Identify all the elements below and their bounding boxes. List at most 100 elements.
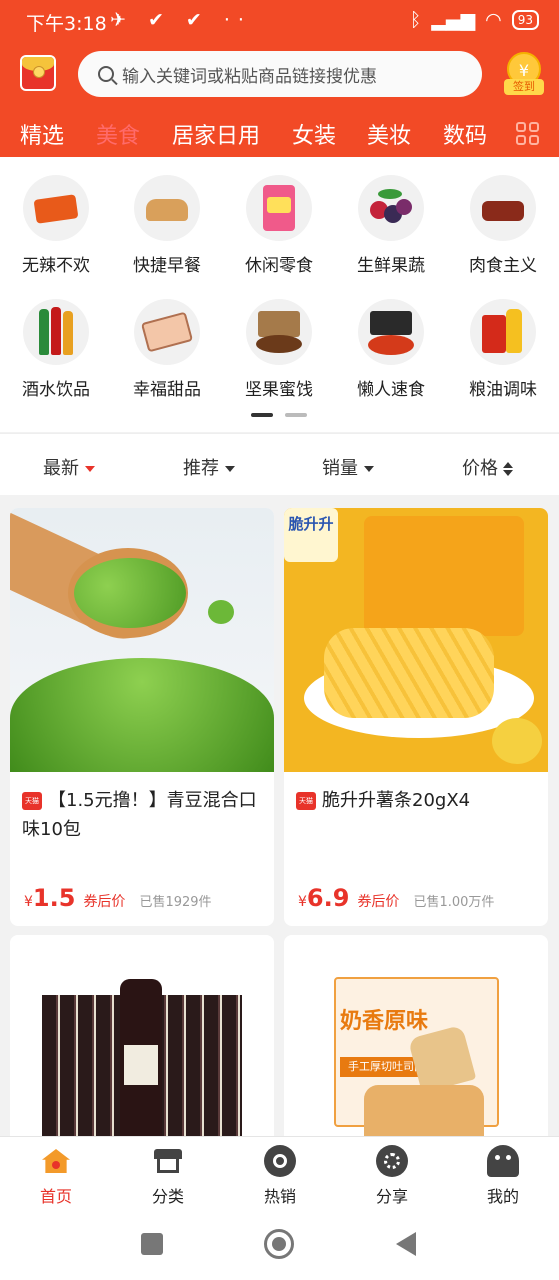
- product-image-bread: 奶香原味 手工厚切吐司面包: [284, 935, 548, 1145]
- tab-label: 首页: [39, 1187, 72, 1206]
- sort-latest[interactable]: 最新: [43, 454, 95, 480]
- subcat-label: 幸福甜品: [133, 380, 201, 400]
- tab-featured[interactable]: 精选: [20, 118, 64, 150]
- search-bar[interactable]: 输入关键词或粘贴商品链接搜优惠: [78, 51, 482, 97]
- caret-down-icon: [225, 466, 235, 472]
- tab-beauty[interactable]: 美妆: [367, 118, 411, 150]
- subcat-snacks[interactable]: 休闲零食: [234, 175, 324, 276]
- battery-icon: 93: [511, 10, 539, 30]
- instant-noodle-icon: [358, 299, 424, 365]
- subcat-desserts[interactable]: 幸福甜品: [122, 299, 212, 400]
- product-card[interactable]: 奶香原味 手工厚切吐司面包: [284, 935, 548, 1145]
- product-title-text: 脆升升薯条20gX4: [322, 790, 471, 811]
- caret-down-icon: [85, 466, 95, 472]
- product-image-wine: [10, 935, 274, 1145]
- product-title: 天猫 【1.5元撸！】青豆混合口味10包: [22, 786, 262, 844]
- tab-household[interactable]: 居家日用: [172, 118, 260, 150]
- sort-sales-label: 销量: [322, 458, 358, 479]
- app-header: 下午3:18 ✈ ✔ ✔ ·· ᛒ ▂▄▆ ◠ 93 输入关键词或粘贴商品链接搜…: [0, 0, 559, 157]
- category-tabs: 精选 美食 居家日用 女装 美妆 数码: [0, 110, 559, 154]
- tab-home[interactable]: 首页: [16, 1145, 96, 1207]
- macaron-box-icon: [134, 299, 200, 365]
- signin-button[interactable]: ¥ 签到: [504, 52, 544, 96]
- sort-price[interactable]: 价格: [462, 454, 513, 480]
- tab-food[interactable]: 美食: [96, 118, 140, 150]
- subcat-drinks[interactable]: 酒水饮品: [11, 299, 101, 400]
- after-coupon-label: 券后价: [357, 894, 400, 910]
- product-price-row: ¥6.9 券后价 已售1.00万件: [298, 884, 494, 912]
- product-price: 1.5: [32, 884, 76, 912]
- subcat-label: 坚果蜜饯: [245, 380, 313, 400]
- sold-count: 已售1929件: [139, 895, 212, 910]
- subcat-breakfast[interactable]: 快捷早餐: [122, 175, 212, 276]
- hot-sale-icon: [264, 1145, 296, 1177]
- sold-count: 已售1.00万件: [413, 895, 495, 910]
- sort-latest-label: 最新: [43, 458, 79, 479]
- currency-symbol: ¥: [24, 894, 33, 910]
- product-card[interactable]: 天猫 【1.5元撸！】青豆混合口味10包 ¥1.5 券后价 已售1929件: [10, 508, 274, 926]
- sort-price-label: 价格: [462, 458, 498, 479]
- product-image-peas: [10, 508, 274, 772]
- bottom-tab-bar: 首页 分类 热销 分享 我的: [0, 1136, 559, 1212]
- notification-icons: ✈ ✔ ✔ ··: [110, 9, 252, 31]
- tab-label: 分享: [375, 1187, 408, 1206]
- home-icon: [40, 1145, 72, 1177]
- nuts-box-icon: [246, 299, 312, 365]
- subcat-label: 肉食主义: [469, 256, 537, 276]
- recents-button[interactable]: [141, 1233, 163, 1255]
- tab-label: 热销: [263, 1187, 296, 1206]
- home-button[interactable]: [264, 1229, 294, 1259]
- search-placeholder: 输入关键词或粘贴商品链接搜优惠: [122, 66, 377, 87]
- subcat-grain-oil[interactable]: 粮油调味: [458, 299, 548, 400]
- product-card[interactable]: 脆升升 天猫 脆升升薯条20gX4 ¥6.9 券后价 已售1.00万件: [284, 508, 548, 926]
- signin-label: 签到: [504, 79, 544, 95]
- bread-icon: [134, 175, 200, 241]
- subcat-label: 粮油调味: [469, 380, 537, 400]
- page-indicator-active: [251, 413, 273, 417]
- all-categories-icon[interactable]: [516, 122, 540, 146]
- tab-category[interactable]: 分类: [128, 1145, 208, 1207]
- search-icon: [98, 66, 114, 82]
- sort-sales[interactable]: 销量: [322, 454, 374, 480]
- tab-label: 我的: [486, 1187, 519, 1206]
- subcat-label: 无辣不欢: [22, 256, 90, 276]
- subcat-label: 懒人速食: [357, 380, 425, 400]
- system-nav-bar: [0, 1212, 559, 1280]
- sort-updown-icon: [503, 462, 513, 476]
- subcat-nuts[interactable]: 坚果蜜饯: [234, 299, 324, 400]
- tmall-badge: 天猫: [296, 792, 316, 810]
- after-coupon-label: 券后价: [83, 894, 126, 910]
- red-packet-icon[interactable]: [20, 55, 56, 91]
- subcat-label: 快捷早餐: [133, 256, 201, 276]
- package-brand: 脆升升: [284, 508, 338, 562]
- subcat-spicy[interactable]: 无辣不欢: [11, 175, 101, 276]
- status-right: ᛒ ▂▄▆ ◠ 93: [410, 9, 539, 31]
- subcategory-grid: 无辣不欢 快捷早餐 休闲零食 生鲜果蔬 肉食主义 酒水饮品 幸福甜品 坚果蜜饯 …: [0, 157, 559, 432]
- subcat-label: 生鲜果蔬: [357, 256, 425, 276]
- product-card[interactable]: [10, 935, 274, 1145]
- subcat-instant[interactable]: 懒人速食: [346, 299, 436, 400]
- subcat-fresh[interactable]: 生鲜果蔬: [346, 175, 436, 276]
- tab-womens[interactable]: 女装: [292, 118, 336, 150]
- subcat-meat[interactable]: 肉食主义: [458, 175, 548, 276]
- tab-mine[interactable]: 我的: [463, 1145, 543, 1207]
- tab-hot[interactable]: 热销: [240, 1145, 320, 1207]
- back-button[interactable]: [396, 1232, 416, 1256]
- signal-icon: ▂▄▆: [431, 9, 476, 31]
- status-bar: 下午3:18 ✈ ✔ ✔ ·· ᛒ ▂▄▆ ◠ 93: [0, 0, 559, 42]
- tab-digital[interactable]: 数码: [443, 118, 487, 150]
- spicy-food-icon: [23, 175, 89, 241]
- wifi-icon: ◠: [485, 9, 502, 31]
- oil-rice-icon: [470, 299, 536, 365]
- tab-share[interactable]: 分享: [352, 1145, 432, 1207]
- meat-icon: [470, 175, 536, 241]
- currency-symbol: ¥: [298, 894, 307, 910]
- status-time: 下午3:18: [26, 13, 107, 35]
- store-icon: [152, 1145, 184, 1177]
- sort-bar: 最新 推荐 销量 价格: [0, 433, 559, 495]
- product-image-fries: 脆升升: [284, 508, 548, 772]
- bluetooth-icon: ᛒ: [409, 9, 422, 31]
- page-indicator: [285, 413, 307, 417]
- sort-recommend[interactable]: 推荐: [183, 454, 235, 480]
- subcat-label: 休闲零食: [245, 256, 313, 276]
